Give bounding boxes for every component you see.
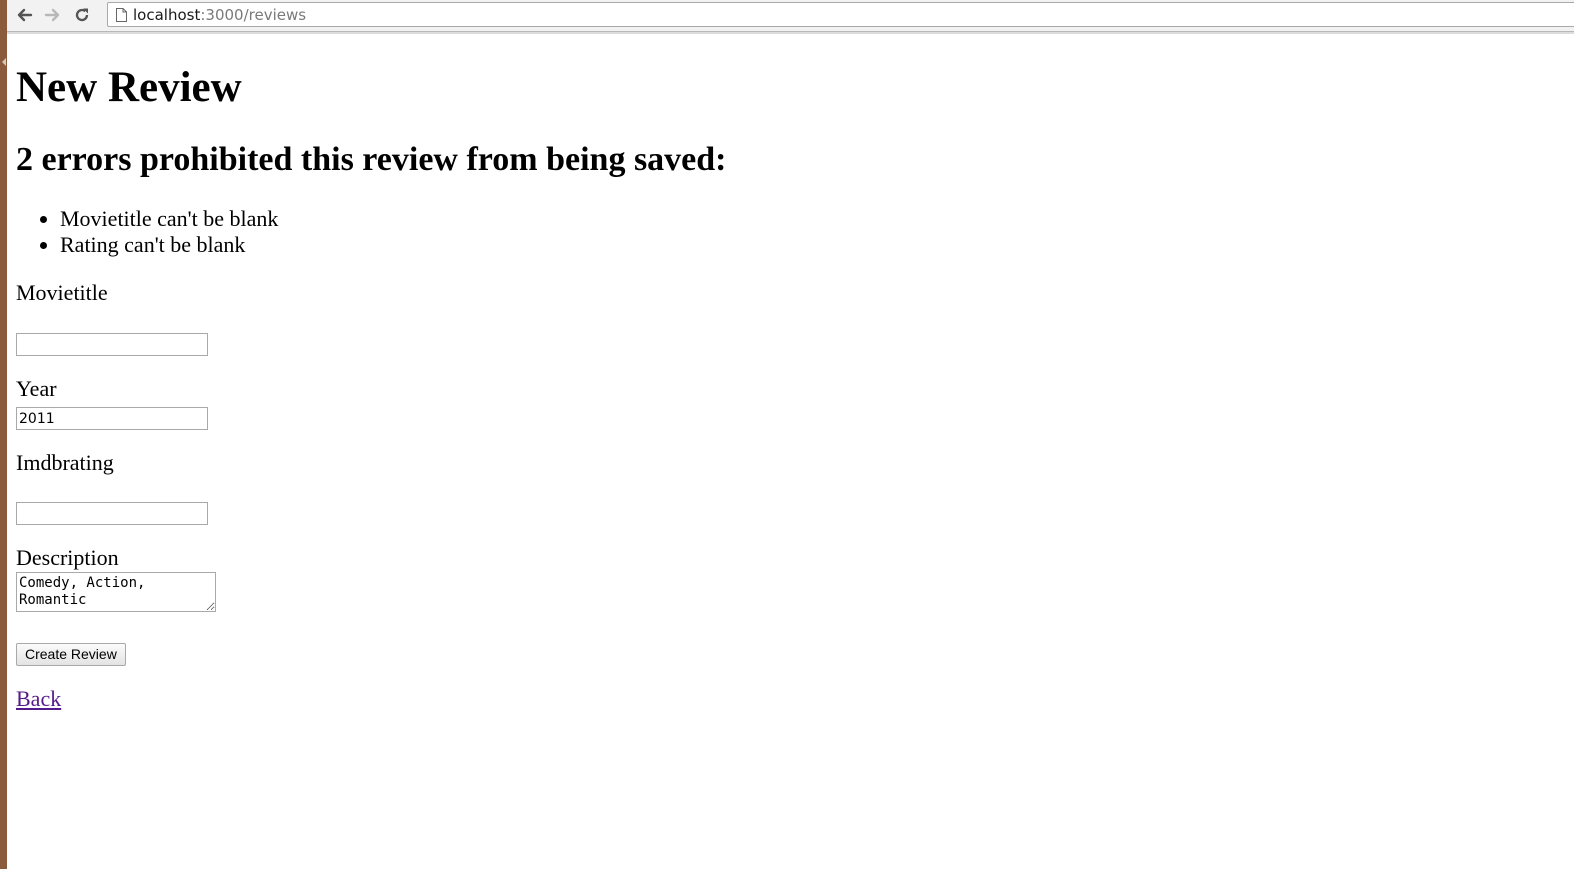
- back-link[interactable]: Back: [16, 686, 61, 712]
- reload-button[interactable]: [70, 4, 94, 26]
- imdbrating-field[interactable]: [16, 502, 208, 525]
- url-text: localhost:3000/reviews: [133, 6, 306, 24]
- url-host: localhost: [133, 6, 201, 24]
- year-label: Year: [16, 376, 57, 401]
- forward-button[interactable]: [41, 4, 65, 26]
- year-field[interactable]: [16, 407, 208, 430]
- browser-window: localhost:3000/reviews New Review 2 erro…: [0, 0, 1574, 869]
- page-title: New Review: [16, 64, 242, 111]
- page-icon: [116, 8, 127, 22]
- imdbrating-label: Imdbrating: [16, 450, 114, 475]
- edge-notch-icon: [2, 58, 6, 66]
- error-heading: 2 errors prohibited this review from bei…: [16, 141, 727, 178]
- error-item: Rating can't be blank: [60, 232, 278, 258]
- error-list: Movietitle can't be blank Rating can't b…: [16, 206, 278, 258]
- description-field[interactable]: [16, 572, 216, 612]
- movietitle-field[interactable]: [16, 333, 208, 356]
- address-bar[interactable]: localhost:3000/reviews: [107, 2, 1574, 27]
- toolbar-divider: [7, 32, 1574, 34]
- back-button[interactable]: [12, 4, 36, 26]
- reload-icon: [75, 8, 89, 22]
- window-edge: [0, 0, 7, 869]
- arrow-right-icon: [44, 8, 60, 22]
- arrow-left-icon: [17, 8, 33, 22]
- create-review-button[interactable]: Create Review: [16, 643, 126, 666]
- description-label: Description: [16, 545, 119, 570]
- browser-toolbar: localhost:3000/reviews: [7, 0, 1574, 32]
- url-path: :3000/reviews: [200, 6, 307, 24]
- movietitle-label: Movietitle: [16, 280, 108, 305]
- error-item: Movietitle can't be blank: [60, 206, 278, 232]
